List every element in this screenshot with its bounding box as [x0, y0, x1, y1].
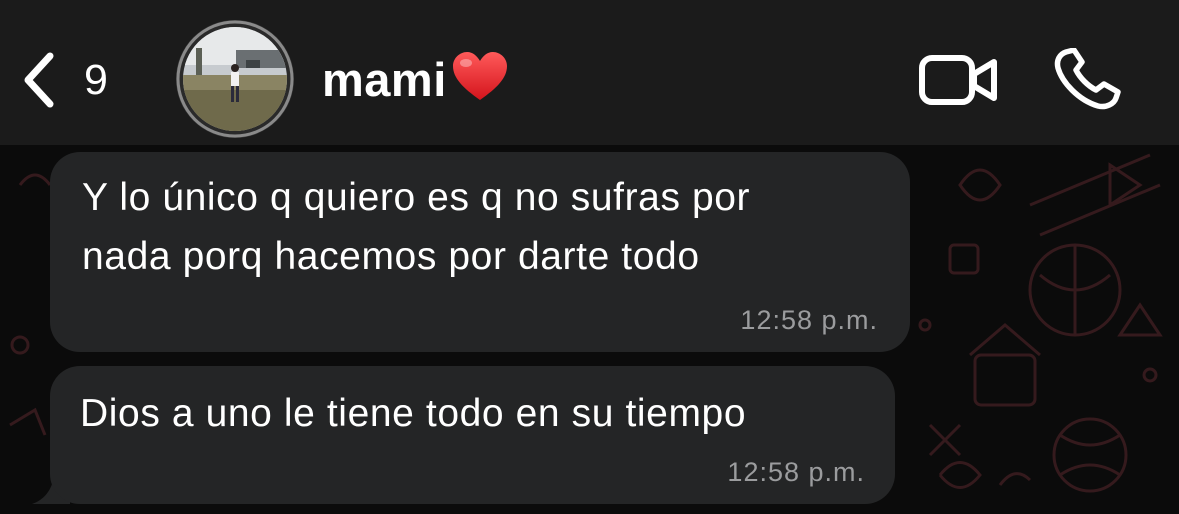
message-bubble[interactable]: Dios a uno le tiene todo en su tiempo 12…: [50, 366, 895, 504]
voice-call-button[interactable]: [1052, 47, 1128, 112]
message-timestamp: 12:58 p.m.: [727, 457, 865, 487]
back-button[interactable]: 9: [18, 44, 108, 116]
phone-icon: [1054, 47, 1121, 110]
chat-header: 9 mami: [0, 0, 1179, 145]
message-timestamp: 12:58 p.m.: [740, 305, 878, 335]
contact-name-button[interactable]: mami: [322, 51, 509, 107]
profile-photo: [176, 20, 294, 138]
message-bubble[interactable]: Y lo único q quiero es q no sufras por n…: [50, 152, 910, 352]
unread-count: 9: [84, 55, 108, 104]
red-heart-icon: [452, 51, 507, 100]
video-call-button[interactable]: [918, 52, 1000, 108]
message-text: Dios a uno le tiene todo en su tiempo: [80, 392, 747, 435]
video-camera-icon: [919, 55, 997, 105]
avatar[interactable]: [176, 20, 294, 138]
contact-name: mami: [322, 53, 447, 106]
chevron-left-icon: [24, 52, 54, 108]
message-text: Y lo único q quiero es q no sufras por n…: [82, 176, 751, 278]
chat-screen: 9 mami Y lo único q quiero es q no sufra…: [0, 0, 1179, 514]
